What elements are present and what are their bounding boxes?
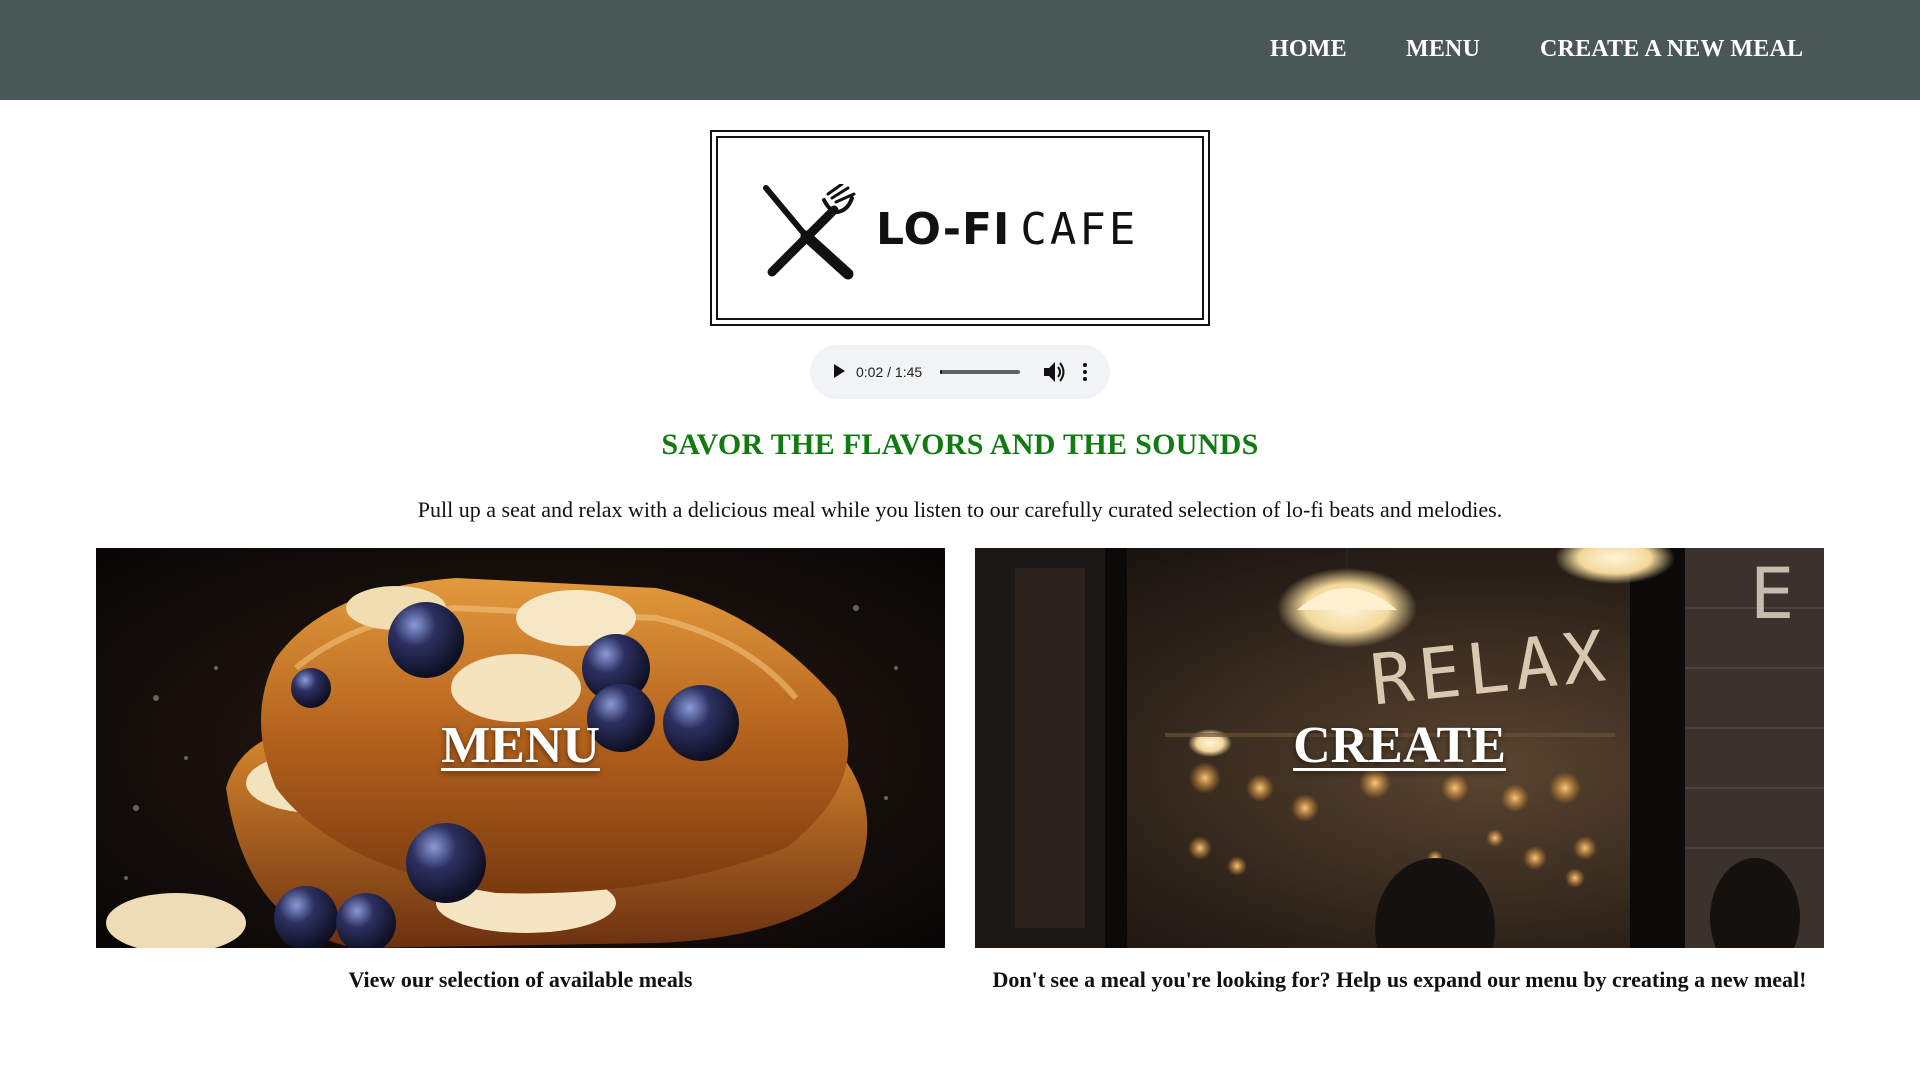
logo-frame: LO-FI CAFE <box>716 136 1204 320</box>
audio-seek-progress <box>940 370 942 374</box>
menu-card-title[interactable]: MENU <box>96 716 945 775</box>
cafe-logo: LO-FI CAFE <box>710 130 1210 326</box>
top-navbar: HOME MENU CREATE A NEW MEAL <box>0 0 1920 100</box>
logo-text-cafe: CAFE <box>1020 204 1139 255</box>
nav-link-create-meal[interactable]: CREATE A NEW MEAL <box>1540 36 1803 63</box>
create-card-title[interactable]: CREATE <box>975 716 1824 775</box>
logo-wordmark: LO-FI CAFE <box>876 204 1138 255</box>
fork-and-knife-icon <box>763 184 856 280</box>
more-vertical-icon[interactable] <box>1082 361 1088 383</box>
audio-time-display: 0:02 / 1:45 <box>856 364 923 380</box>
menu-card[interactable]: MENU <box>96 548 945 948</box>
create-card-caption: Don't see a meal you're looking for? Hel… <box>992 967 1807 992</box>
volume-icon[interactable] <box>1042 359 1066 385</box>
page-tagline: SAVOR THE FLAVORS AND THE SOUNDS <box>661 428 1259 461</box>
play-icon[interactable] <box>834 364 845 378</box>
svg-text:E: E <box>1750 553 1794 635</box>
nav-link-menu[interactable]: MENU <box>1406 36 1480 63</box>
audio-seek-bar[interactable] <box>940 370 1020 374</box>
create-card[interactable]: RELAX E CREATE <box>975 548 1824 948</box>
menu-card-caption: View our selection of available meals <box>348 967 693 992</box>
logo-text-lofi: LO-FI <box>876 204 1011 255</box>
intro-text: Pull up a seat and relax with a deliciou… <box>417 497 1503 522</box>
audio-player: 0:02 / 1:45 <box>810 345 1110 399</box>
nav-link-home[interactable]: HOME <box>1270 36 1347 63</box>
